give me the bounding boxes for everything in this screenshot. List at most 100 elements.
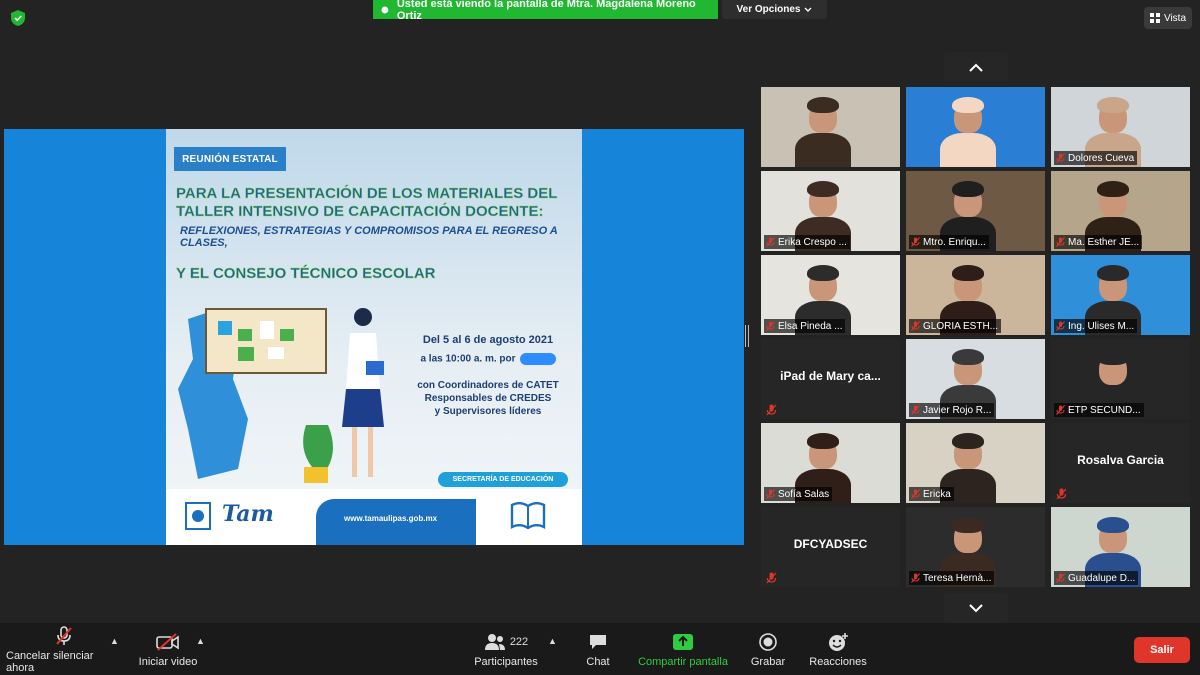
audio-options-caret-icon[interactable]: ▲ <box>110 636 119 646</box>
participant-hair <box>1097 349 1129 365</box>
participant-tile[interactable]: Elsa Pineda ... <box>761 255 900 335</box>
record-button[interactable]: Grabar <box>744 623 792 675</box>
participant-tile[interactable]: Mtro. Enriqu... <box>906 171 1045 251</box>
participant-hair <box>1097 181 1129 197</box>
participant-hair <box>952 349 984 365</box>
participant-name-label: Mtro. Enriqu... <box>909 235 989 249</box>
participant-name-label: GLORIA ESTH... <box>909 319 1002 333</box>
participant-torso <box>795 133 851 167</box>
participant-hair <box>952 433 984 449</box>
participant-display-name: Rosalva Garcia <box>1077 453 1164 467</box>
participant-tile[interactable]: ETP SECUND... <box>1051 339 1190 419</box>
slide-subtitle: REFLEXIONES, ESTRATEGIAS Y COMPROMISOS P… <box>180 225 558 249</box>
muted-mic-icon <box>911 573 920 583</box>
slide-title-line1: PARA LA PRESENTACIÓN DE LOS MATERIALES D… <box>176 185 558 202</box>
participant-display-name: iPad de Mary ca... <box>780 369 881 383</box>
reactions-label: Reacciones <box>809 655 867 668</box>
slide-with-line1: con Coordinadores de CATET <box>417 380 559 391</box>
muted-mic-icon <box>911 489 920 499</box>
slide-time-text: a las 10:00 a. m. por <box>420 353 516 365</box>
view-options-button[interactable]: Ver Opciones <box>722 0 827 19</box>
muted-mic-icon <box>911 321 920 331</box>
shared-screen[interactable]: REUNIÓN ESTATAL PARA LA PRESENTACIÓN DE … <box>4 129 744 545</box>
unmute-button[interactable]: Cancelar silenciar ahora <box>6 623 122 675</box>
muted-mic-icon <box>1056 237 1065 247</box>
muted-mic-icon <box>911 405 920 415</box>
participant-tile[interactable]: GLORIA ESTH... <box>906 255 1045 335</box>
participant-hair <box>1097 97 1129 113</box>
slide-badge: REUNIÓN ESTATAL <box>174 147 286 171</box>
participant-name-label: Erika Crespo ... <box>764 235 850 249</box>
share-dot-icon <box>381 6 389 13</box>
participant-display-name: DFCYADSEC <box>793 537 868 551</box>
participants-icon <box>484 633 505 650</box>
chevron-up-icon <box>969 63 983 72</box>
share-banner-text: Usted está viendo la pantalla de Mtra. M… <box>396 0 696 22</box>
participant-name: Teresa Hernà... <box>923 572 992 584</box>
presentation-slide: REUNIÓN ESTATAL PARA LA PRESENTACIÓN DE … <box>166 129 582 545</box>
slide-date: Del 5 al 6 de agosto 2021 <box>422 334 554 346</box>
participant-tile[interactable]: Teresa Hernà... <box>906 507 1045 587</box>
slide-with-line2: Responsables de CREDES <box>424 393 552 404</box>
participant-tile[interactable]: Dolores Cueva <box>1051 87 1190 167</box>
panel-splitter-handle[interactable] <box>745 325 749 347</box>
participants-options-caret-icon[interactable]: ▲ <box>548 636 557 646</box>
participant-name: Ma. Esther JE... <box>1068 236 1140 248</box>
participant-name-label: Dolores Cueva <box>1054 151 1138 165</box>
muted-mic-icon <box>766 404 777 416</box>
slide-url: www.tamaulipas.gob.mx <box>344 514 438 523</box>
video-options-caret-icon[interactable]: ▲ <box>196 636 205 646</box>
record-icon <box>759 632 777 651</box>
participant-name-label: Ericka <box>909 487 954 501</box>
muted-mic-icon <box>1056 321 1065 331</box>
participants-button[interactable]: 222 Participantes <box>470 623 542 675</box>
chat-bubble-icon <box>590 634 606 649</box>
participant-name: Ericka <box>923 488 951 500</box>
participant-name: Mtro. Enriqu... <box>923 236 986 248</box>
muted-mic-icon <box>1056 488 1067 500</box>
gallery-prev-button[interactable] <box>944 52 1008 82</box>
share-screen-button[interactable]: Compartir pantalla <box>636 623 730 675</box>
participant-name-label: Javier Rojo R... <box>909 403 995 417</box>
chat-label: Chat <box>586 655 610 668</box>
participant-tile[interactable]: Sofía Salas <box>761 423 900 503</box>
participant-name: Elsa Pineda ... <box>778 320 843 332</box>
leave-meeting-button[interactable]: Salir <box>1134 637 1190 663</box>
smiley-plus-icon <box>829 632 848 651</box>
start-video-button[interactable]: Iniciar video <box>132 623 204 675</box>
muted-mic-icon <box>911 237 920 247</box>
participant-hair <box>1097 265 1129 281</box>
muted-mic-icon <box>1056 153 1065 163</box>
participant-name: Guadalupe D... <box>1068 572 1136 584</box>
reactions-button[interactable]: Reacciones <box>806 623 870 675</box>
participant-name: Sofía Salas <box>778 488 830 500</box>
screen-share-banner: Usted está viendo la pantalla de Mtra. M… <box>373 0 718 22</box>
view-layout-button[interactable]: Vista <box>1144 7 1192 29</box>
participant-tile[interactable]: Ericka <box>906 423 1045 503</box>
participant-hair <box>807 433 839 449</box>
security-shield-icon[interactable] <box>8 8 28 28</box>
participant-name-label: ETP SECUND... <box>1054 403 1144 417</box>
participant-name-label: Teresa Hernà... <box>909 571 995 585</box>
share-screen-icon <box>673 633 693 650</box>
participant-tile[interactable]: Erika Crespo ... <box>761 171 900 251</box>
participant-tile[interactable]: Ma. Esther JE... <box>1051 171 1190 251</box>
participant-hair <box>952 97 984 113</box>
slide-with-line3: y Supervisores líderes <box>434 406 542 417</box>
participant-tile[interactable]: iPad de Mary ca... <box>761 339 900 419</box>
slide-secretaria: SECRETARÍA DE EDUCACIÓN <box>438 472 568 487</box>
chevron-down-icon <box>804 7 812 12</box>
participant-hair <box>952 517 984 533</box>
participant-tile[interactable] <box>761 87 900 167</box>
gallery-next-button[interactable] <box>944 593 1008 623</box>
participant-tile[interactable]: Ing. Ulises M... <box>1051 255 1190 335</box>
participant-tile[interactable]: DFCYADSEC <box>761 507 900 587</box>
participant-tile[interactable]: Guadalupe D... <box>1051 507 1190 587</box>
participant-hair <box>807 181 839 197</box>
slide-title: PARA LA PRESENTACIÓN DE LOS MATERIALES D… <box>176 185 576 221</box>
participant-tile[interactable] <box>906 87 1045 167</box>
state-seal-icon <box>185 502 211 530</box>
participant-tile[interactable]: Javier Rojo R... <box>906 339 1045 419</box>
chat-button[interactable]: Chat <box>574 623 622 675</box>
participant-tile[interactable]: Rosalva Garcia <box>1051 423 1190 503</box>
